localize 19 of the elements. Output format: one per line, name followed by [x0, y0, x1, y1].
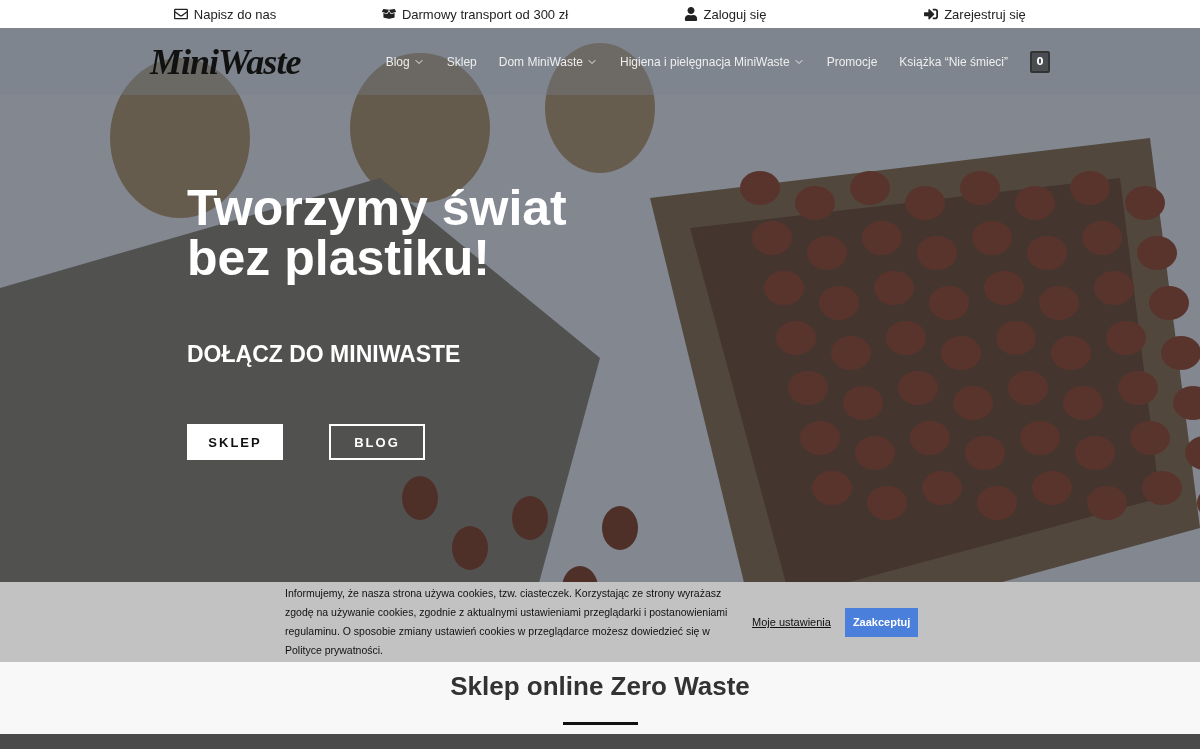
topbar-link[interactable]: Zaloguj się [600, 6, 850, 22]
user-icon [683, 7, 698, 21]
hero-button[interactable]: SKLEP [187, 424, 283, 460]
topbar-link[interactable]: Zarejestruj się [850, 6, 1100, 22]
nav-link[interactable]: Blog [385, 54, 425, 69]
logo[interactable]: MiniWaste [150, 40, 301, 83]
hero-button[interactable]: BLOG [329, 424, 425, 460]
topbar-link[interactable]: Napisz do nas [100, 6, 350, 22]
accept-button[interactable]: Zaakceptuj [844, 607, 919, 637]
cookie-text: Informujemy, że nasza strona używa cookies, tzw. ciasteczek. Korzystając ze strony wyrażasz zgodę na używanie cookies, zgodnie z aktualnymi ustawieniami przeglądarki i postanowieniami regulaminu. O sposobie zmiany ustawień cookies w przeglądarce możesz dowiedzieć się w Polityce prywatności. [285, 586, 729, 658]
settings-link[interactable]: Moje ustawienia [752, 616, 831, 628]
hero-subtitle: DOŁĄCZ DO MINIWASTE [187, 341, 462, 368]
section-heading: Sklep online Zero Waste [450, 671, 750, 702]
mail-icon [173, 7, 188, 21]
hero-title: Tworzymy świat bez plastiku! [187, 183, 568, 283]
topbar-link[interactable]: Darmowy transport od 300 zł [350, 6, 600, 22]
cart-button[interactable]: 0 [1030, 50, 1050, 73]
box-icon [381, 7, 396, 21]
sign-in-icon [924, 7, 939, 21]
